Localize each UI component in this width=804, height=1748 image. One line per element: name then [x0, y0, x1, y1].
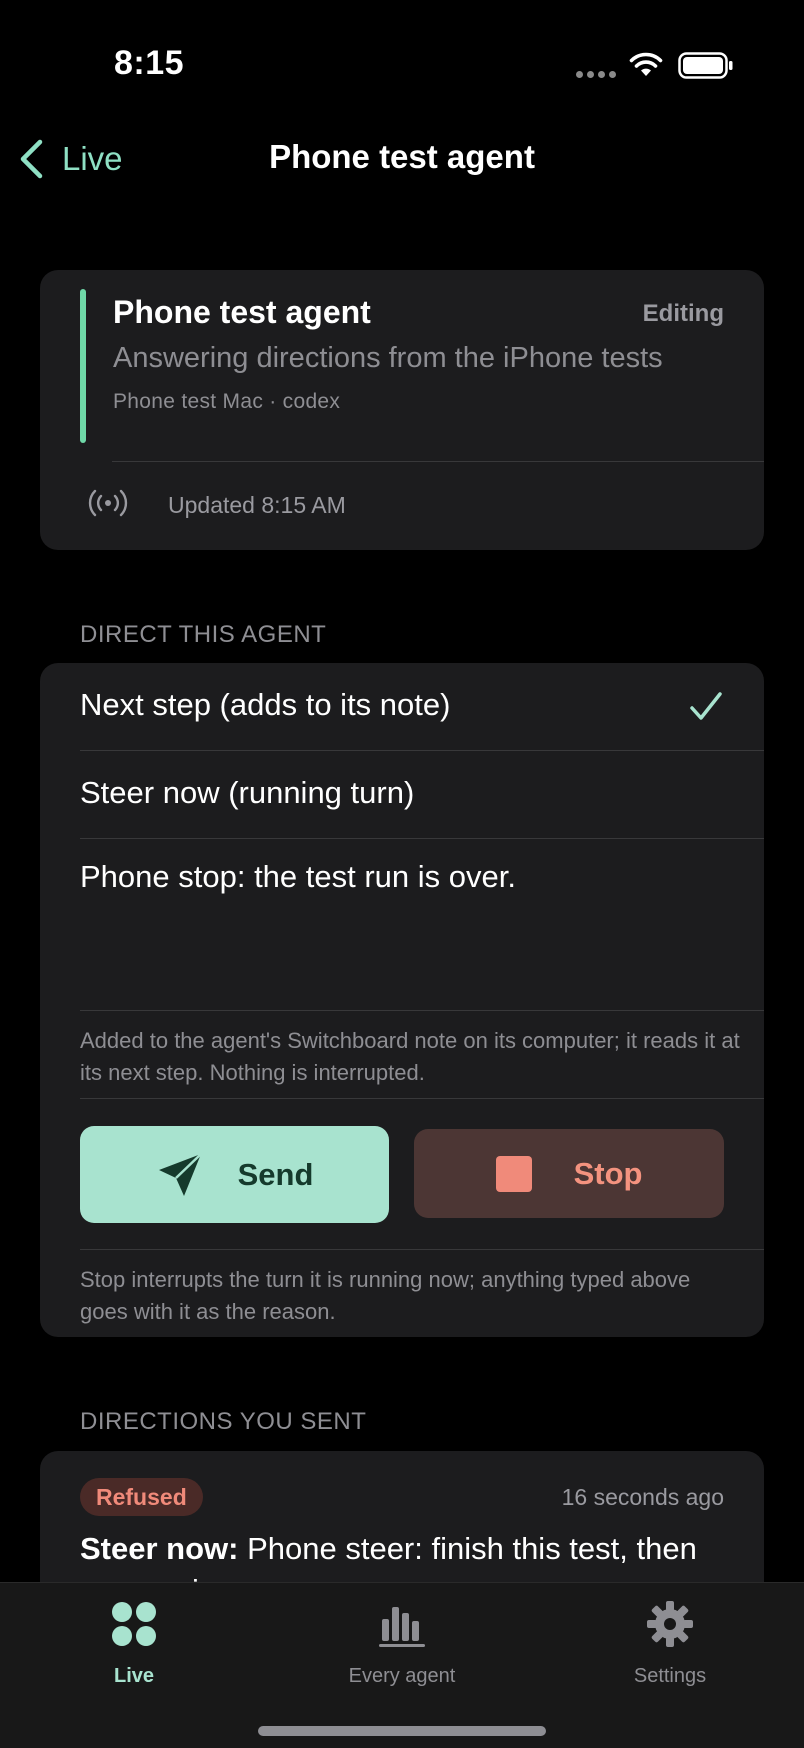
stop-hint: Stop interrupts the turn it is running n…: [80, 1267, 691, 1324]
divider: [80, 1249, 764, 1250]
tab-live[interactable]: Live: [0, 1583, 268, 1703]
wifi-icon: [629, 52, 663, 76]
home-indicator: [258, 1726, 546, 1736]
agent-meta: Phone test Mac · codex: [113, 390, 341, 413]
send-button[interactable]: Send: [80, 1126, 389, 1223]
option-steer-now[interactable]: Steer now (running turn): [40, 751, 764, 838]
bar-chart-icon: [379, 1607, 425, 1647]
paper-plane-icon: [158, 1152, 202, 1196]
tab-label: Live: [113, 1665, 155, 1687]
stop-label: Stop: [573, 1155, 643, 1191]
tab-settings[interactable]: Settings: [536, 1583, 804, 1703]
divider: [80, 838, 764, 839]
option-next-step[interactable]: Next step (adds to its note): [40, 663, 764, 750]
section-header-direct: DIRECT THIS AGENT: [80, 621, 327, 648]
agent-name: Phone test agent: [113, 294, 371, 330]
battery-icon: [678, 52, 733, 79]
status-badge: Refused: [80, 1478, 203, 1516]
divider: [80, 1010, 764, 1011]
four-dots-icon: [112, 1602, 156, 1646]
tab-label: Settings: [633, 1665, 707, 1687]
stop-square-icon: [495, 1155, 532, 1192]
direction-kind: Steer now:: [80, 1531, 239, 1566]
status-bar: 8:15: [0, 0, 804, 130]
tab-bar: Live Every agent Settings: [0, 1582, 804, 1748]
status-time: 8:15: [114, 44, 185, 82]
agent-status: Editing: [642, 300, 724, 327]
message-text-field[interactable]: Phone stop: the test run is over.: [80, 859, 720, 895]
section-header-directions: DIRECTIONS YOU SENT: [80, 1408, 367, 1435]
divider: [112, 461, 764, 462]
updated-timestamp: Updated 8:15 AM: [168, 492, 346, 518]
stop-button[interactable]: Stop: [414, 1129, 724, 1218]
broadcast-icon: [88, 489, 128, 517]
agent-description: Answering directions from the iPhone tes…: [113, 342, 663, 374]
gear-icon: [647, 1601, 693, 1647]
direct-card: Next step (adds to its note) Steer now (…: [40, 663, 764, 1337]
option-label: Next step (adds to its note): [80, 687, 451, 722]
direction-time: 16 seconds ago: [561, 1484, 724, 1510]
cellular-signal-icon: [576, 71, 616, 79]
agent-card: Phone test agent Editing Answering direc…: [40, 270, 764, 550]
tab-label: Every agent: [348, 1665, 456, 1687]
divider: [80, 1098, 764, 1099]
screen: 8:15 Live Phone test agent Phone test ag…: [0, 0, 804, 1748]
agent-accent-bar: [80, 289, 86, 443]
send-label: Send: [237, 1156, 314, 1192]
next-step-hint: Added to the agent's Switchboard note on…: [80, 1028, 740, 1085]
option-label: Steer now (running turn): [80, 775, 415, 810]
page-title: Phone test agent: [269, 138, 535, 175]
tab-every-agent[interactable]: Every agent: [268, 1583, 536, 1703]
checkmark-icon: [690, 692, 722, 720]
